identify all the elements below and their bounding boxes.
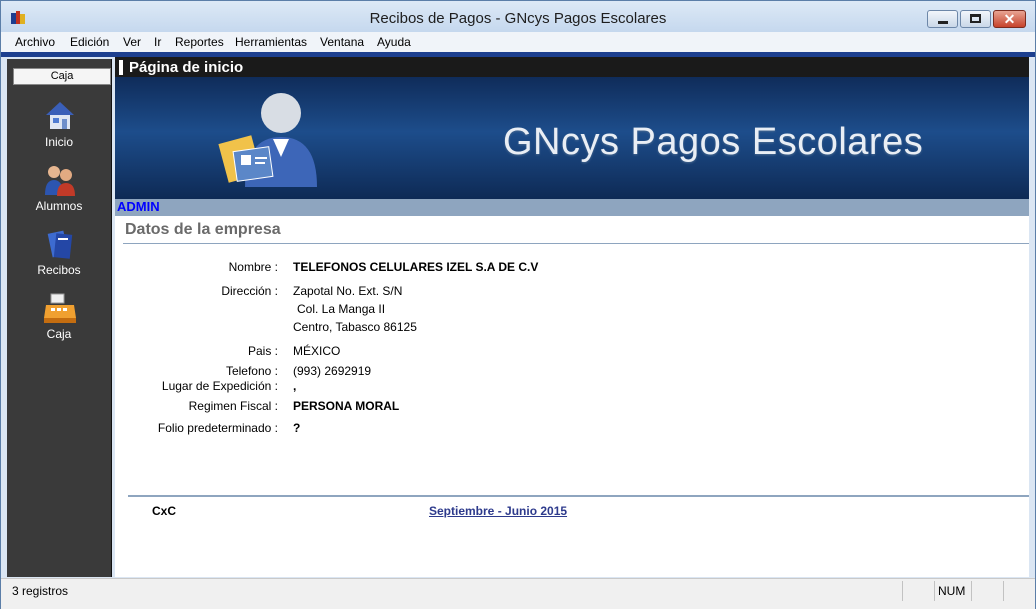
banner-title: GNcys Pagos Escolares xyxy=(503,121,924,163)
minimize-icon xyxy=(938,21,948,24)
direccion-label: Dirección : xyxy=(221,284,278,298)
sidebar-item-label: Inicio xyxy=(44,135,73,149)
sidebar-item-alumnos[interactable]: Alumnos xyxy=(7,163,111,219)
sidebar-item-label: Alumnos xyxy=(35,199,83,213)
status-divider xyxy=(971,581,972,601)
direccion-line-1: Zapotal No. Ext. S/N xyxy=(293,284,403,298)
title-bar[interactable]: Recibos de Pagos - GNcys Pagos Escolares… xyxy=(1,1,1035,32)
footer-module-label: CxC xyxy=(152,504,177,518)
sidebar-item-label: Caja xyxy=(46,327,72,341)
menu-archivo[interactable]: Archivo xyxy=(15,35,55,49)
status-divider xyxy=(934,581,935,601)
menu-ver[interactable]: Ver xyxy=(123,35,141,49)
menu-ir[interactable]: Ir xyxy=(154,35,161,49)
status-divider xyxy=(1003,581,1004,601)
sidebar-item-caja[interactable]: Caja xyxy=(7,291,111,347)
lugar-expedicion-value: , xyxy=(293,379,297,393)
direccion-line-2: Col. La Manga II xyxy=(297,302,386,316)
user-card-icon xyxy=(218,93,317,187)
num-lock-indicator: NUM xyxy=(938,584,966,598)
nombre-label: Nombre : xyxy=(228,260,278,274)
menu-reportes[interactable]: Reportes xyxy=(175,35,224,49)
sidebar-header[interactable]: Caja xyxy=(13,68,111,85)
footer-divider xyxy=(128,495,1029,497)
cash-register-icon xyxy=(44,293,76,323)
pais-label: Pais : xyxy=(247,344,278,358)
header-accent xyxy=(119,60,123,75)
students-icon xyxy=(45,166,75,196)
folio-label: Folio predeterminado : xyxy=(157,421,278,435)
regimen-fiscal-label: Regimen Fiscal : xyxy=(188,399,278,413)
status-records: 3 registros xyxy=(12,584,69,598)
main-content: Página de inicio GNcys Pagos Escolares A… xyxy=(115,57,1029,577)
window-title: Recibos de Pagos - GNcys Pagos Escolares xyxy=(369,10,667,27)
house-icon xyxy=(46,102,74,129)
receipts-icon xyxy=(47,230,73,259)
section-divider xyxy=(123,243,1029,244)
menu-herramientas[interactable]: Herramientas xyxy=(235,35,307,49)
menu-edicion[interactable]: Edición xyxy=(70,35,109,49)
page-header: Página de inicio xyxy=(115,57,1029,77)
menu-ayuda[interactable]: Ayuda xyxy=(377,35,411,49)
lugar-expedicion-label: Lugar de Expedición : xyxy=(161,379,278,393)
menu-ventana[interactable]: Ventana xyxy=(320,35,364,49)
app-window: Recibos de Pagos - GNcys Pagos Escolares… xyxy=(0,0,1036,609)
menu-bar: Archivo Edición Ver Ir Reportes Herramie… xyxy=(1,32,1035,52)
page-title: Página de inicio xyxy=(129,59,244,76)
sidebar: Caja Inicio Alumnos Recibos Caja xyxy=(7,59,112,577)
direccion-line-3: Centro, Tabasco 86125 xyxy=(293,320,417,334)
folio-value: ? xyxy=(293,421,301,435)
sidebar-item-label: Recibos xyxy=(37,263,81,277)
period-link[interactable]: Septiembre - Junio 2015 xyxy=(429,504,567,518)
sidebar-item-recibos[interactable]: Recibos xyxy=(7,227,111,283)
close-icon: ✕ xyxy=(1003,11,1016,27)
user-bar: ADMIN xyxy=(115,199,1029,216)
nombre-value: TELEFONOS CELULARES IZEL S.A DE C.V xyxy=(293,260,539,274)
minimize-button[interactable] xyxy=(927,10,958,28)
maximize-button[interactable] xyxy=(960,10,991,28)
telefono-label: Telefono : xyxy=(225,364,278,378)
section-title: Datos de la empresa xyxy=(125,221,281,238)
status-divider xyxy=(902,581,903,601)
banner: GNcys Pagos Escolares xyxy=(115,77,1029,199)
maximize-icon xyxy=(970,14,981,23)
telefono-value: (993) 2692919 xyxy=(293,364,372,378)
close-button[interactable]: ✕ xyxy=(993,10,1026,28)
sidebar-item-inicio[interactable]: Inicio xyxy=(7,99,111,155)
regimen-fiscal-value: PERSONA MORAL xyxy=(293,399,400,413)
status-bar: 3 registros NUM xyxy=(1,578,1035,609)
pais-value: MÉXICO xyxy=(293,344,341,358)
user-label: ADMIN xyxy=(117,199,160,214)
